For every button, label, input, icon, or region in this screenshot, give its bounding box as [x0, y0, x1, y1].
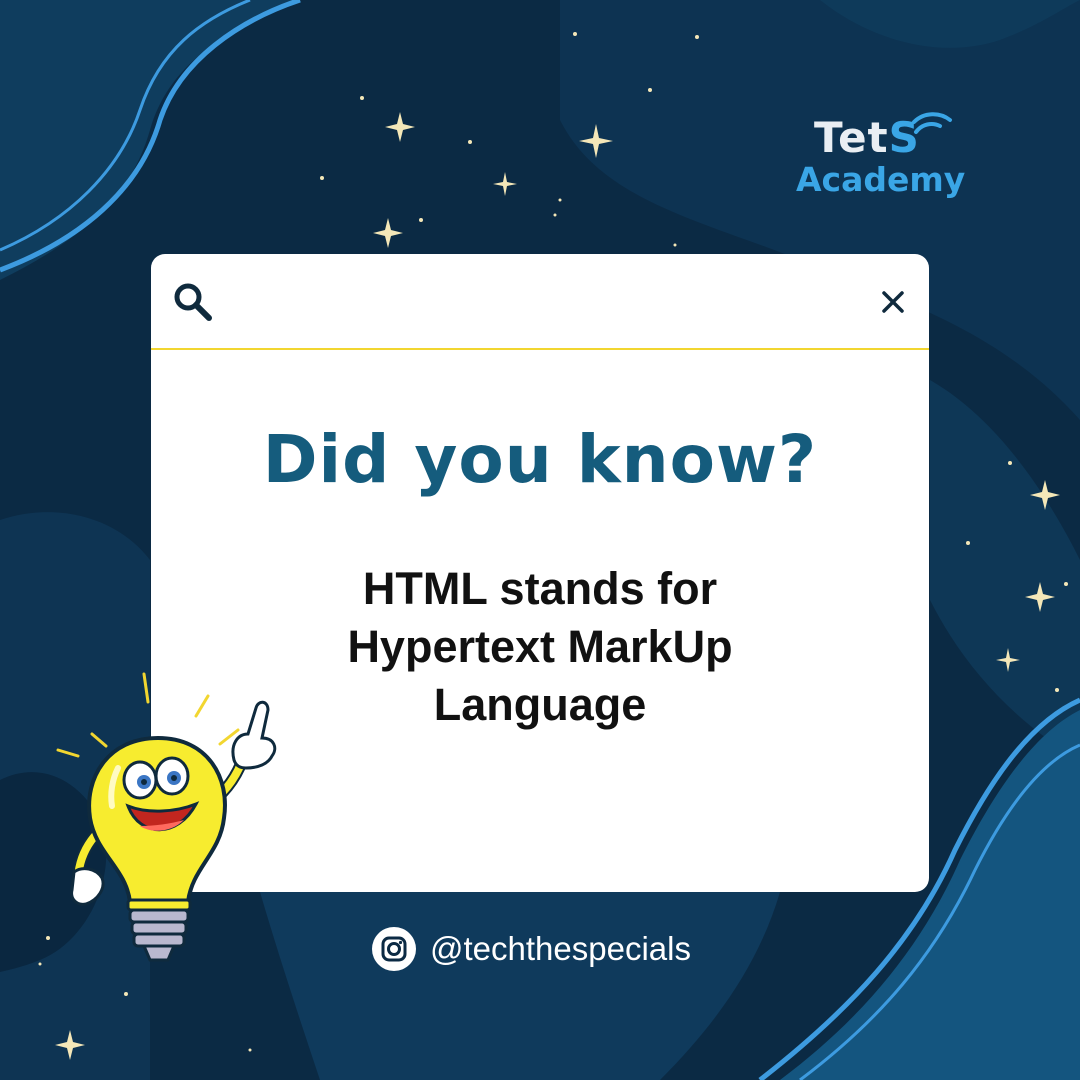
wifi-icon	[912, 112, 952, 134]
brand-logo: TetS Academy	[790, 112, 980, 212]
handle-text[interactable]: @techthespecials	[430, 930, 691, 968]
fact-line-2: Hypertext MarkUp	[347, 621, 733, 672]
headline: Did you know?	[262, 421, 818, 498]
close-icon[interactable]	[878, 287, 908, 317]
fact-line-1: HTML stands for	[362, 563, 718, 614]
instagram-icon[interactable]	[372, 927, 416, 971]
logo-wordmark-top: TetS	[814, 113, 920, 162]
search-bar	[151, 254, 929, 350]
search-icon[interactable]	[171, 280, 215, 324]
fact-line-3: Language	[433, 679, 647, 730]
logo-wordmark-bottom: Academy	[796, 160, 966, 199]
social-handle[interactable]: @techthespecials	[372, 926, 691, 972]
lightbulb-mascot-icon	[56, 672, 277, 962]
fact-text: HTML stands for Hypertext MarkUp Languag…	[251, 560, 829, 734]
